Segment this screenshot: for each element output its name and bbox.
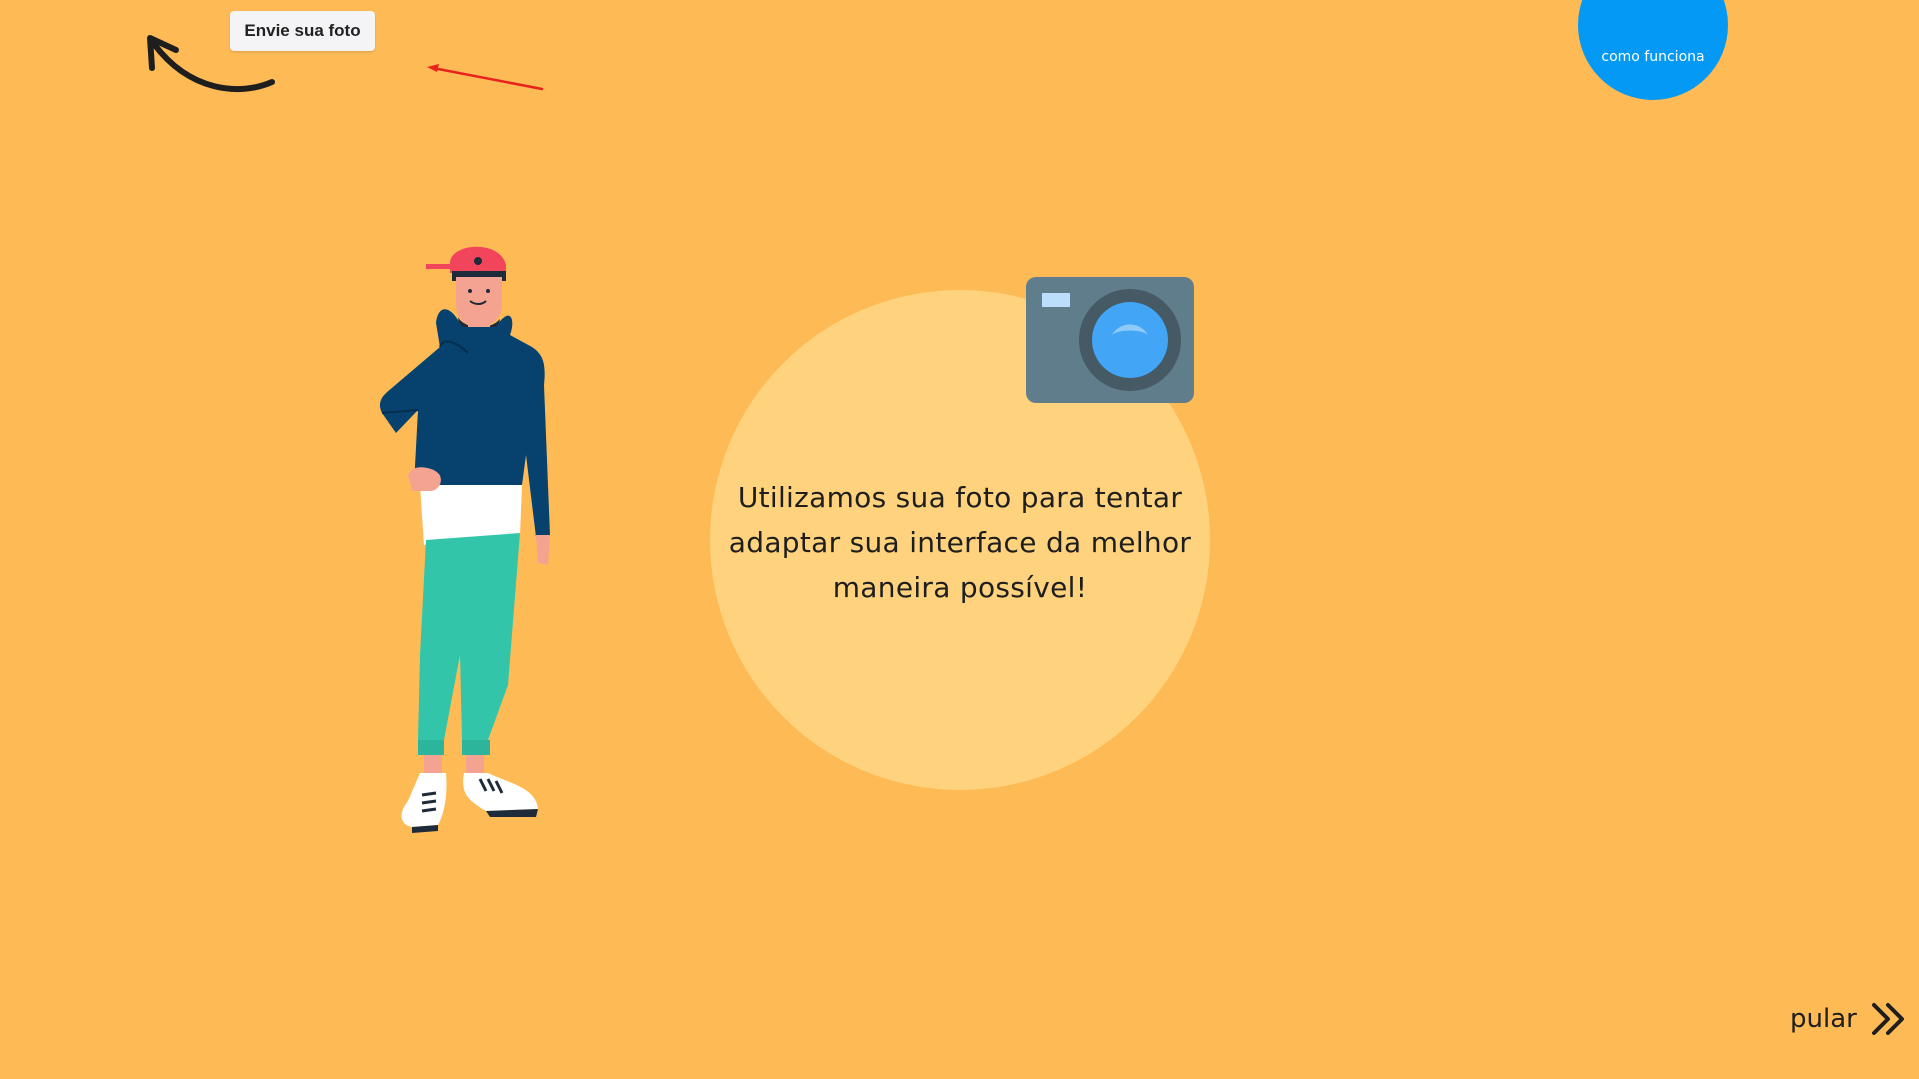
person-illustration [379,246,550,833]
double-chevron-right-icon [1871,1003,1904,1035]
how-it-works-button[interactable]: como funciona [1578,0,1728,100]
camera-icon [1026,277,1194,403]
upload-photo-button[interactable]: Envie sua foto [230,11,375,51]
onboarding-screen: Envie sua foto como funciona Utilizamos … [0,0,1919,1079]
info-message: Utilizamos sua foto para tentar adaptar … [728,481,1192,604]
pointer-arrow-icon [427,64,544,91]
skip-button[interactable]: pular [1790,1002,1907,1036]
skip-label: pular [1790,1004,1857,1034]
